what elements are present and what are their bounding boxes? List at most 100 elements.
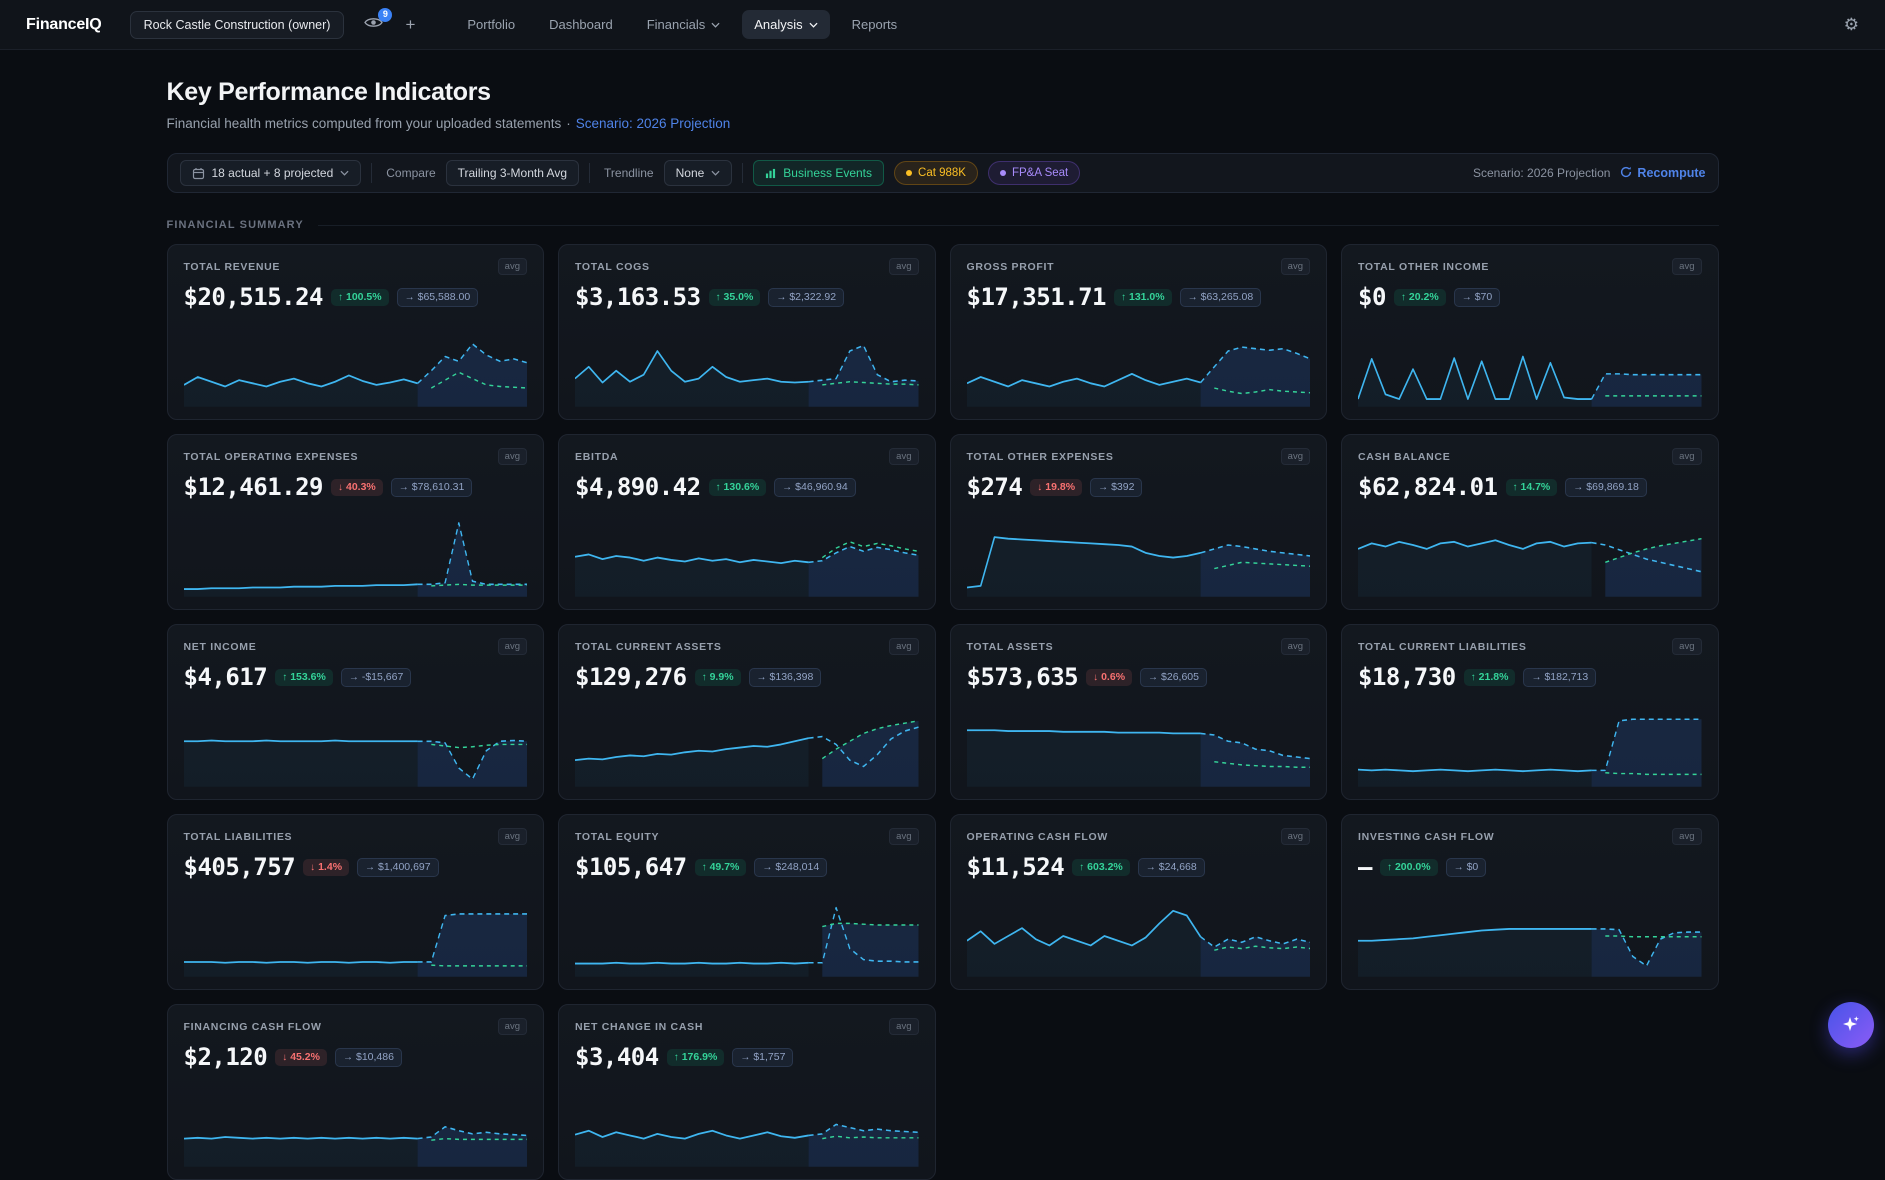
kpi-sparkline (967, 889, 1311, 977)
compare-arrow-icon: → (1146, 862, 1156, 873)
kpi-card: EBITDA avg $4,890.42 ↑130.6% →$46,960.94 (558, 434, 936, 610)
compare-arrow-icon: → (1573, 482, 1583, 493)
kpi-title: TOTAL CURRENT LIABILITIES (1358, 641, 1527, 653)
company-selector[interactable]: Rock Castle Construction (owner) (130, 11, 345, 39)
kpi-card: NET CHANGE IN CASH avg $3,404 ↑176.9% →$… (558, 1004, 936, 1180)
kpi-card-header: TOTAL CURRENT LIABILITIES avg (1358, 638, 1702, 655)
kpi-sparkline (184, 699, 528, 787)
kpi-change-badge: ↑131.0% (1114, 289, 1172, 307)
kpi-value-row: $105,647 ↑49.7% →$248,014 (575, 853, 919, 881)
kpi-value: $4,890.42 (575, 473, 701, 501)
kpi-card-header: TOTAL CURRENT ASSETS avg (575, 638, 919, 655)
avg-badge: avg (1281, 448, 1310, 465)
kpi-card: TOTAL OTHER EXPENSES avg $274 ↓19.8% →$3… (950, 434, 1328, 610)
change-arrow-icon: ↑ (1079, 862, 1084, 873)
nav-item-financials[interactable]: Financials (635, 10, 733, 39)
nav-item-portfolio[interactable]: Portfolio (455, 10, 527, 39)
kpi-card-header: TOTAL OPERATING EXPENSES avg (184, 448, 528, 465)
trendline-label: Trendline (604, 166, 654, 180)
kpi-card: TOTAL EQUITY avg $105,647 ↑49.7% →$248,0… (558, 814, 936, 990)
change-arrow-icon: ↓ (282, 1052, 287, 1063)
kpi-sparkline (184, 1079, 528, 1167)
avg-badge: avg (889, 448, 918, 465)
avg-badge: avg (889, 1018, 918, 1035)
kpi-card-header: TOTAL REVENUE avg (184, 258, 528, 275)
watch-button[interactable]: 9 (364, 16, 383, 34)
chevron-down-icon (809, 22, 818, 28)
kpi-title: FINANCING CASH FLOW (184, 1021, 322, 1033)
kpi-value: $18,730 (1358, 663, 1456, 691)
add-button[interactable]: + (401, 13, 419, 37)
kpi-sparkline (967, 699, 1311, 787)
kpi-change-badge: ↓19.8% (1030, 479, 1082, 497)
kpi-sparkline (575, 889, 919, 977)
kpi-card: TOTAL LIABILITIES avg $405,757 ↓1.4% →$1… (167, 814, 545, 990)
nav-item-analysis[interactable]: Analysis (742, 10, 829, 39)
kpi-sparkline (1358, 699, 1702, 787)
kpi-compare-badge: →$1,757 (732, 1048, 793, 1068)
kpi-sparkline (184, 319, 528, 407)
notification-badge: 9 (378, 8, 392, 22)
compare-arrow-icon: → (740, 1052, 750, 1063)
kpi-card-header: EBITDA avg (575, 448, 919, 465)
kpi-value-row: $3,404 ↑176.9% →$1,757 (575, 1043, 919, 1071)
filters-toolbar: 18 actual + 8 projected Compare Trailing… (167, 153, 1719, 193)
kpi-change-badge: ↓45.2% (275, 1049, 327, 1067)
avg-badge: avg (498, 638, 527, 655)
kpi-change-badge: ↓40.3% (331, 479, 383, 497)
kpi-compare-badge: →$65,588.00 (397, 288, 479, 308)
change-arrow-icon: ↑ (1471, 672, 1476, 683)
compare-arrow-icon: → (1531, 672, 1541, 683)
toolbar-divider (742, 163, 743, 183)
compare-arrow-icon: → (349, 672, 359, 683)
kpi-card: TOTAL CURRENT ASSETS avg $129,276 ↑9.9% … (558, 624, 936, 800)
kpi-card-header: NET INCOME avg (184, 638, 528, 655)
kpi-card: TOTAL CURRENT LIABILITIES avg $18,730 ↑2… (1341, 624, 1719, 800)
kpi-card-header: TOTAL LIABILITIES avg (184, 828, 528, 845)
scenario-link[interactable]: Scenario: 2026 Projection (576, 116, 731, 131)
kpi-compare-badge: →$182,713 (1523, 668, 1596, 688)
top-nav: FinanceIQ Rock Castle Construction (owne… (0, 0, 1885, 50)
compare-arrow-icon: → (762, 862, 772, 873)
kpi-title: TOTAL OPERATING EXPENSES (184, 451, 359, 463)
assistant-fab[interactable] (1828, 1002, 1874, 1048)
change-arrow-icon: ↑ (1513, 482, 1518, 493)
brand-logo[interactable]: FinanceIQ (26, 16, 102, 34)
change-arrow-icon: ↓ (1093, 672, 1098, 683)
kpi-card-header: TOTAL EQUITY avg (575, 828, 919, 845)
kpi-value-row: $4,617 ↑153.6% →-$15,667 (184, 663, 528, 691)
purple-dot-icon (1000, 170, 1006, 176)
settings-gear-icon[interactable]: ⚙ (1844, 16, 1859, 33)
change-arrow-icon: ↑ (338, 292, 343, 303)
period-selector[interactable]: 18 actual + 8 projected (180, 160, 362, 186)
kpi-change-badge: ↑603.2% (1072, 859, 1130, 877)
kpi-change-badge: ↓0.6% (1086, 669, 1132, 687)
kpi-sparkline (575, 509, 919, 597)
nav-item-reports[interactable]: Reports (840, 10, 910, 39)
section-label: FINANCIAL SUMMARY (167, 219, 304, 231)
kpi-value: $20,515.24 (184, 283, 324, 311)
kpi-sparkline (1358, 319, 1702, 407)
kpi-value: $129,276 (575, 663, 687, 691)
kpi-value-row: $3,163.53 ↑35.0% →$2,322.92 (575, 283, 919, 311)
kpi-compare-badge: →$248,014 (754, 858, 827, 878)
kpi-compare-badge: →$69,869.18 (1565, 478, 1647, 498)
kpi-change-badge: ↑20.2% (1394, 289, 1446, 307)
kpi-card: TOTAL OPERATING EXPENSES avg $12,461.29 … (167, 434, 545, 610)
change-arrow-icon: ↑ (716, 292, 721, 303)
kpi-value: $3,404 (575, 1043, 659, 1071)
kpi-value: — (1358, 853, 1372, 881)
kpi-value: $573,635 (967, 663, 1079, 691)
kpi-card-header: FINANCING CASH FLOW avg (184, 1018, 528, 1035)
nav-item-dashboard[interactable]: Dashboard (537, 10, 625, 39)
kpi-title: NET INCOME (184, 641, 257, 653)
kpi-value-row: — ↑200.0% →$0 (1358, 853, 1702, 881)
trendline-select[interactable]: None (664, 160, 733, 186)
recompute-button[interactable]: Recompute (1620, 166, 1705, 181)
business-events-toggle[interactable]: Business Events (753, 160, 884, 186)
kpi-card: TOTAL COGS avg $3,163.53 ↑35.0% →$2,322.… (558, 244, 936, 420)
page-subtitle: Financial health metrics computed from y… (167, 116, 1719, 131)
change-arrow-icon: ↑ (1387, 862, 1392, 873)
compare-selector[interactable]: Trailing 3-Month Avg (446, 160, 579, 186)
subtitle-text: Financial health metrics computed from y… (167, 116, 562, 131)
